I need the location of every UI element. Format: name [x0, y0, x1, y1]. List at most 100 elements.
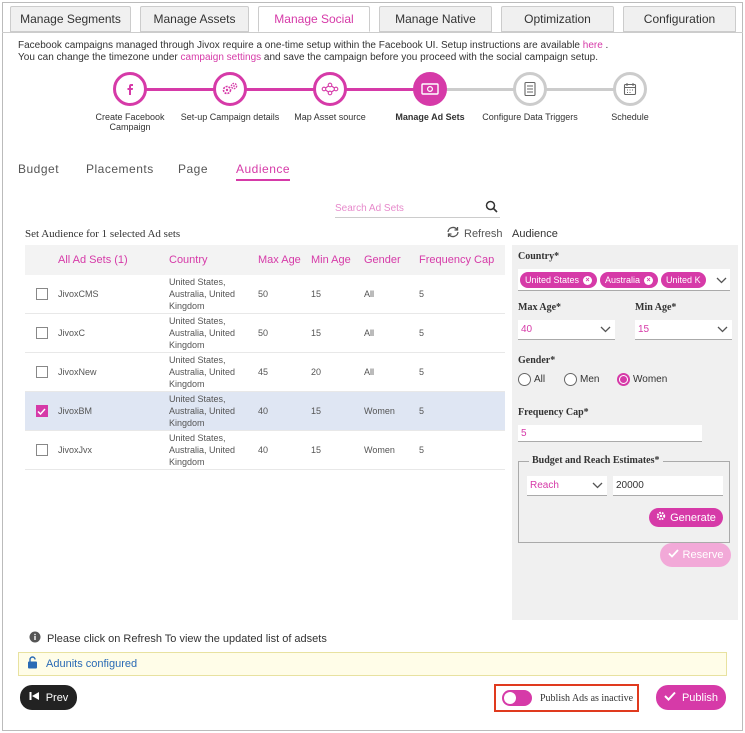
- tab-manage-native[interactable]: Manage Native: [379, 6, 492, 32]
- checkbox-cell: [25, 444, 58, 456]
- gender-radio-women[interactable]: Women: [617, 373, 667, 386]
- table-row[interactable]: JivoxBM United States, Australia, United …: [25, 392, 505, 431]
- checkbox-cell: [25, 366, 58, 378]
- prev-button[interactable]: Prev: [20, 685, 77, 710]
- step-manage-ad-sets[interactable]: Manage Ad Sets: [380, 72, 480, 122]
- radio-circle: [564, 373, 577, 386]
- tab-manage-social[interactable]: Manage Social: [258, 6, 370, 32]
- chevron-down-icon: [592, 481, 603, 492]
- min-age-value: 15: [638, 324, 650, 335]
- country-multiselect[interactable]: United States × Australia × United K: [518, 269, 730, 291]
- chip-label: Australia: [605, 275, 641, 285]
- gender-radio-men[interactable]: Men: [564, 373, 599, 386]
- radio-circle: [617, 373, 630, 386]
- gender-radio-all[interactable]: All: [518, 373, 545, 386]
- row-checkbox[interactable]: [35, 366, 48, 378]
- table-row[interactable]: JivoxJvx United States, Australia, United…: [25, 431, 505, 470]
- search-icon[interactable]: [485, 200, 498, 216]
- step-create-facebook-campaign[interactable]: Create Facebook Campaign: [80, 72, 180, 132]
- row-checkbox[interactable]: [35, 405, 48, 417]
- gender-cell: All: [364, 289, 375, 299]
- subtab-placements[interactable]: Placements: [86, 162, 154, 176]
- tab-configuration[interactable]: Configuration: [623, 6, 736, 32]
- max-age-cell: 45: [258, 367, 269, 377]
- col-country: Country: [169, 254, 208, 266]
- subtab-budget[interactable]: Budget: [18, 162, 59, 176]
- table-row[interactable]: JivoxNew United States, Australia, United…: [25, 353, 505, 392]
- max-age-label: Max Age*: [518, 302, 562, 313]
- ad-set-name: JivoxCMS: [58, 289, 99, 299]
- step-label: Configure Data Triggers: [482, 112, 578, 122]
- reserve-label: Reserve: [682, 549, 724, 561]
- min-age-cell: 15: [311, 445, 322, 455]
- publish-button[interactable]: Publish: [656, 685, 726, 710]
- step-schedule[interactable]: Schedule: [580, 72, 680, 122]
- row-checkbox[interactable]: [35, 444, 48, 456]
- checkbox-cell: [25, 405, 58, 417]
- lock-icon: [27, 656, 38, 672]
- estimate-type-select[interactable]: Reach: [527, 476, 607, 496]
- subtab-page[interactable]: Page: [178, 162, 208, 176]
- step-label: Schedule: [611, 112, 649, 122]
- publish-inactive-toggle[interactable]: [502, 690, 532, 706]
- max-age-select[interactable]: 40: [518, 320, 615, 340]
- col-gender: Gender: [364, 254, 401, 266]
- money-icon: [413, 72, 447, 106]
- adunits-configured-bar[interactable]: Adunits configured: [18, 652, 727, 676]
- max-age-cell: 50: [258, 289, 269, 299]
- country-label: Country*: [518, 251, 560, 262]
- list-icon: [513, 72, 547, 106]
- min-age-cell: 15: [311, 328, 322, 338]
- table-row[interactable]: JivoxCMS United States, Australia, United…: [25, 275, 505, 314]
- info-text-2: You can change the timezone under: [18, 52, 181, 63]
- prev-label: Prev: [45, 691, 69, 704]
- row-checkbox[interactable]: [35, 288, 48, 300]
- country-cell: United States, Australia, United Kingdom: [169, 316, 236, 350]
- info-icon: [29, 631, 41, 646]
- col-all-ad-sets[interactable]: All Ad Sets (1): [58, 254, 169, 266]
- step-setup-campaign-details[interactable]: Set-up Campaign details: [180, 72, 280, 122]
- audience-panel: Country* United States × Australia × United …: [512, 245, 738, 620]
- gender-cell: Women: [364, 406, 395, 416]
- table-header: All Ad Sets (1) Country Max Age Min Age …: [25, 245, 505, 275]
- gender-cell: Women: [364, 445, 395, 455]
- table-row[interactable]: JivoxC United States, Australia, United K…: [25, 314, 505, 353]
- max-age-value: 40: [521, 324, 533, 335]
- top-tabs: Manage Segments Manage Assets Manage Soc…: [10, 6, 736, 32]
- search-ad-sets-input[interactable]: [335, 203, 465, 214]
- frequency-cap-label: Frequency Cap*: [518, 407, 589, 418]
- country-chip[interactable]: United States ×: [520, 272, 598, 288]
- remove-icon[interactable]: ×: [583, 275, 593, 285]
- tab-manage-segments[interactable]: Manage Segments: [10, 6, 131, 32]
- step-map-asset-source[interactable]: Map Asset source: [280, 72, 380, 122]
- campaign-settings-link[interactable]: campaign settings: [181, 52, 262, 63]
- facebook-icon: [113, 72, 147, 106]
- publish-inactive-label: Publish Ads as inactive: [540, 692, 634, 704]
- here-link[interactable]: here: [583, 40, 603, 51]
- generate-button[interactable]: Generate: [649, 508, 723, 527]
- chevron-down-icon[interactable]: [712, 269, 730, 290]
- col-min-age: Min Age: [311, 254, 351, 266]
- share-nodes-icon: [313, 72, 347, 106]
- country-cell: United States, Australia, United Kingdom: [169, 394, 236, 428]
- max-age-cell: 40: [258, 406, 269, 416]
- frequency-cap-input[interactable]: 5: [518, 425, 702, 442]
- set-audience-label: Set Audience for 1 selected Ad sets: [25, 228, 181, 240]
- check-icon: [667, 549, 679, 561]
- tab-manage-assets[interactable]: Manage Assets: [140, 6, 249, 32]
- min-age-select[interactable]: 15: [635, 320, 732, 340]
- step-configure-data-triggers[interactable]: Configure Data Triggers: [480, 72, 580, 122]
- gender-cell: All: [364, 367, 375, 377]
- tab-optimization[interactable]: Optimization: [501, 6, 614, 32]
- estimate-value-input[interactable]: 20000: [613, 476, 723, 496]
- subtab-audience[interactable]: Audience: [236, 162, 291, 181]
- row-checkbox[interactable]: [35, 327, 48, 339]
- refresh-button[interactable]: Refresh: [446, 226, 503, 241]
- ad-set-name: JivoxNew: [58, 367, 97, 377]
- country-chip[interactable]: United K: [661, 272, 706, 288]
- checkbox-cell: [25, 327, 58, 339]
- reserve-button[interactable]: Reserve: [660, 543, 731, 567]
- remove-icon[interactable]: ×: [644, 275, 654, 285]
- info-text-2-end: and save the campaign before you proceed…: [261, 52, 599, 63]
- country-chip[interactable]: Australia ×: [600, 272, 659, 288]
